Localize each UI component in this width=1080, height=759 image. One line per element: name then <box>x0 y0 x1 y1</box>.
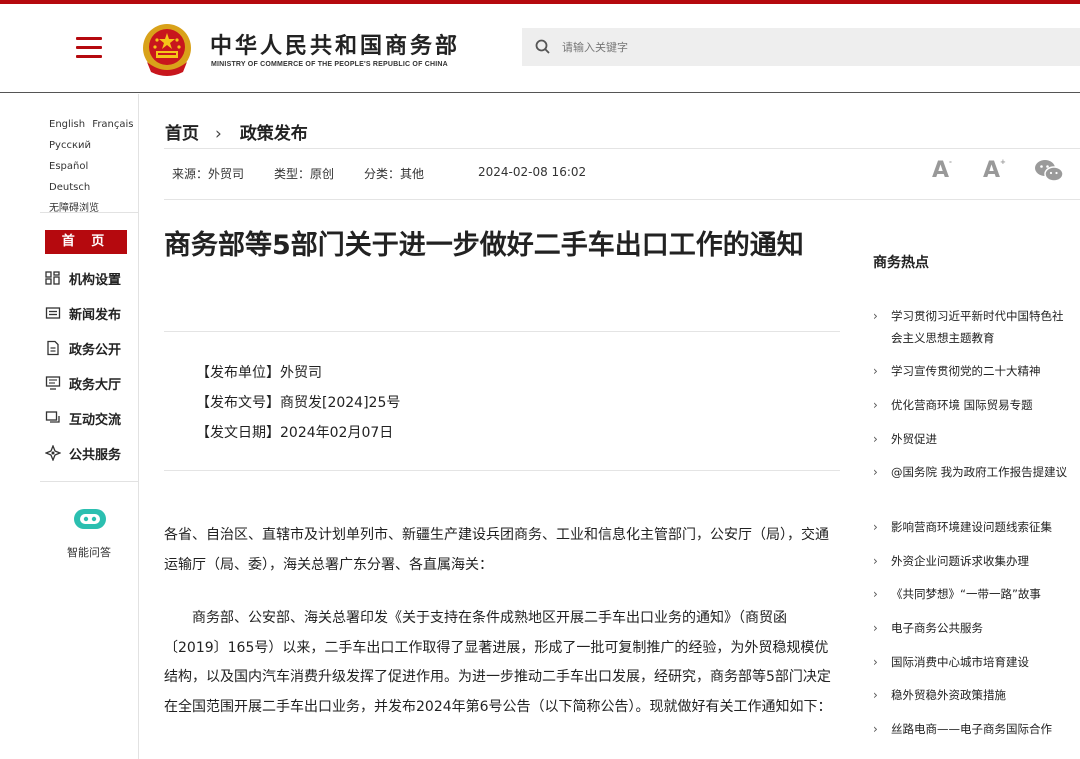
chevron-right-icon: › <box>873 722 878 736</box>
meta-source: 来源：外贸司 <box>172 167 245 181</box>
breadcrumb: 首页 › 政策发布 <box>165 119 308 144</box>
title-divider <box>164 331 840 332</box>
meta-category: 分类：其他 <box>364 167 425 181</box>
hot-topic-item[interactable]: › 国际消费中心城市培育建设 <box>873 651 1073 673</box>
robot-assistant-icon[interactable] <box>72 506 108 532</box>
site-subtitle: MINISTRY OF COMMERCE OF THE PEOPLE'S REP… <box>211 61 448 68</box>
sidebar-item-service-hall[interactable]: 政务大厅 <box>45 373 121 393</box>
hot-topics-title: 商务热点 <box>873 255 929 271</box>
meta-divider <box>164 199 1080 200</box>
hamburger-menu-icon[interactable] <box>76 37 102 59</box>
breadcrumb-home[interactable]: 首页 <box>165 124 199 144</box>
sidebar-divider <box>40 481 139 482</box>
breadcrumb-current[interactable]: 政策发布 <box>240 124 308 144</box>
sidebar-item-public-service[interactable]: 公共服务 <box>45 443 121 463</box>
chevron-right-icon: › <box>873 621 878 635</box>
hot-topic-item[interactable]: › 学习宣传贯彻党的二十大精神 <box>873 360 1073 382</box>
national-emblem-icon <box>143 24 191 76</box>
chevron-right-icon: › <box>873 520 878 534</box>
hot-topic-item[interactable]: › 外资企业问题诉求收集办理 <box>873 550 1073 572</box>
monitor-icon <box>45 376 61 390</box>
meta-datetime: 2024-02-08 16:02 <box>478 165 587 179</box>
sidebar-item-label: 公共服务 <box>69 447 122 463</box>
sidebar-item-interaction[interactable]: 互动交流 <box>45 408 121 428</box>
chevron-right-icon: › <box>873 465 878 479</box>
lang-spanish[interactable]: Español <box>49 161 88 172</box>
chevron-right-icon: › <box>873 432 878 446</box>
lang-russian[interactable]: Русский <box>49 140 91 151</box>
chat-icon <box>45 411 60 423</box>
sidebar-item-gov-affairs[interactable]: 政务公开 <box>45 338 121 358</box>
hot-topic-item[interactable]: › 丝路电商——电子商务国际合作 <box>873 718 1073 740</box>
sidebar-item-label: 互动交流 <box>69 412 122 428</box>
document-icon <box>47 340 59 356</box>
assistant-label[interactable]: 智能问答 <box>67 544 111 560</box>
service-icon <box>45 445 61 461</box>
sidebar-item-label: 机构设置 <box>69 272 122 288</box>
chevron-right-icon: › <box>873 655 878 669</box>
font-size-increase-button[interactable]: A+ <box>983 158 1006 183</box>
hot-topic-item[interactable]: › @国务院 我为政府工作报告提建议 <box>873 461 1073 483</box>
search-input[interactable] <box>562 28 1062 66</box>
font-a-icon: A <box>932 158 950 183</box>
font-size-decrease-button[interactable]: A- <box>932 158 952 183</box>
sidebar-home-button[interactable]: 首 页 <box>45 230 127 254</box>
language-links: English Français Русский Español Deutsch… <box>49 114 138 219</box>
hot-topic-item[interactable]: › 《共同梦想》“一带一路”故事 <box>873 583 1073 605</box>
chevron-right-icon: › <box>215 124 222 144</box>
lang-german[interactable]: Deutsch <box>49 182 90 193</box>
sidebar-item-label: 政务公开 <box>69 342 122 358</box>
meta-type: 类型：原创 <box>274 167 335 181</box>
hot-topic-item[interactable]: › 电子商务公共服务 <box>873 617 1073 639</box>
news-icon <box>45 307 61 319</box>
sidebar-divider <box>40 212 139 213</box>
sidebar-item-label: 新闻发布 <box>69 307 122 323</box>
search-box <box>522 28 1080 66</box>
hot-topic-item[interactable]: › 优化营商环境 国际贸易专题 <box>873 394 1073 416</box>
chevron-right-icon: › <box>873 554 878 568</box>
info-divider <box>164 470 840 471</box>
sidebar-item-label: 政务大厅 <box>69 377 122 393</box>
article-paragraph: 商务部、公安部、海关总署印发《关于支持在条件成熟地区开展二手车出口业务的通知》（… <box>164 610 832 715</box>
hot-topic-item[interactable]: › 外贸促进 <box>873 428 1073 450</box>
search-icon[interactable] <box>534 38 552 56</box>
left-sidebar: English Français Русский Español Deutsch… <box>0 94 139 759</box>
chevron-right-icon: › <box>873 587 878 601</box>
hot-topic-item[interactable]: › 稳外贸稳外资政策措施 <box>873 684 1073 706</box>
article-issue-date: 【发文日期】2024年02月07日 <box>196 425 394 441</box>
org-grid-icon <box>45 271 60 285</box>
article-addressee: 各省、自治区、直辖市及计划单列市、新疆生产建设兵团商务、工业和信息化主管部门，公… <box>164 527 829 573</box>
hot-topic-item[interactable]: › 学习贯彻习近平新时代中国特色社会主义思想主题教育 <box>873 305 1073 349</box>
chevron-right-icon: › <box>873 398 878 412</box>
sidebar-item-organization[interactable]: 机构设置 <box>45 268 121 288</box>
wechat-share-icon[interactable] <box>1034 158 1064 184</box>
article-title: 商务部等5部门关于进一步做好二手车出口工作的通知 <box>164 230 804 261</box>
article-issuer: 【发布单位】外贸司 <box>196 365 322 381</box>
chevron-right-icon: › <box>873 364 878 378</box>
article-doc-number: 【发布文号】商贸发[2024]25号 <box>196 395 401 411</box>
sidebar-item-news[interactable]: 新闻发布 <box>45 303 121 323</box>
font-a-icon: A <box>983 158 1001 183</box>
hot-topic-item[interactable]: › 影响营商环境建设问题线索征集 <box>873 516 1073 538</box>
lang-french[interactable]: Français <box>92 119 133 130</box>
chevron-right-icon: › <box>873 688 878 702</box>
breadcrumb-divider <box>164 148 1080 149</box>
site-header: 中华人民共和国商务部 MINISTRY OF COMMERCE OF THE P… <box>0 4 1080 93</box>
lang-english[interactable]: English <box>49 119 85 130</box>
chevron-right-icon: › <box>873 309 878 323</box>
site-title: 中华人民共和国商务部 <box>210 34 461 59</box>
